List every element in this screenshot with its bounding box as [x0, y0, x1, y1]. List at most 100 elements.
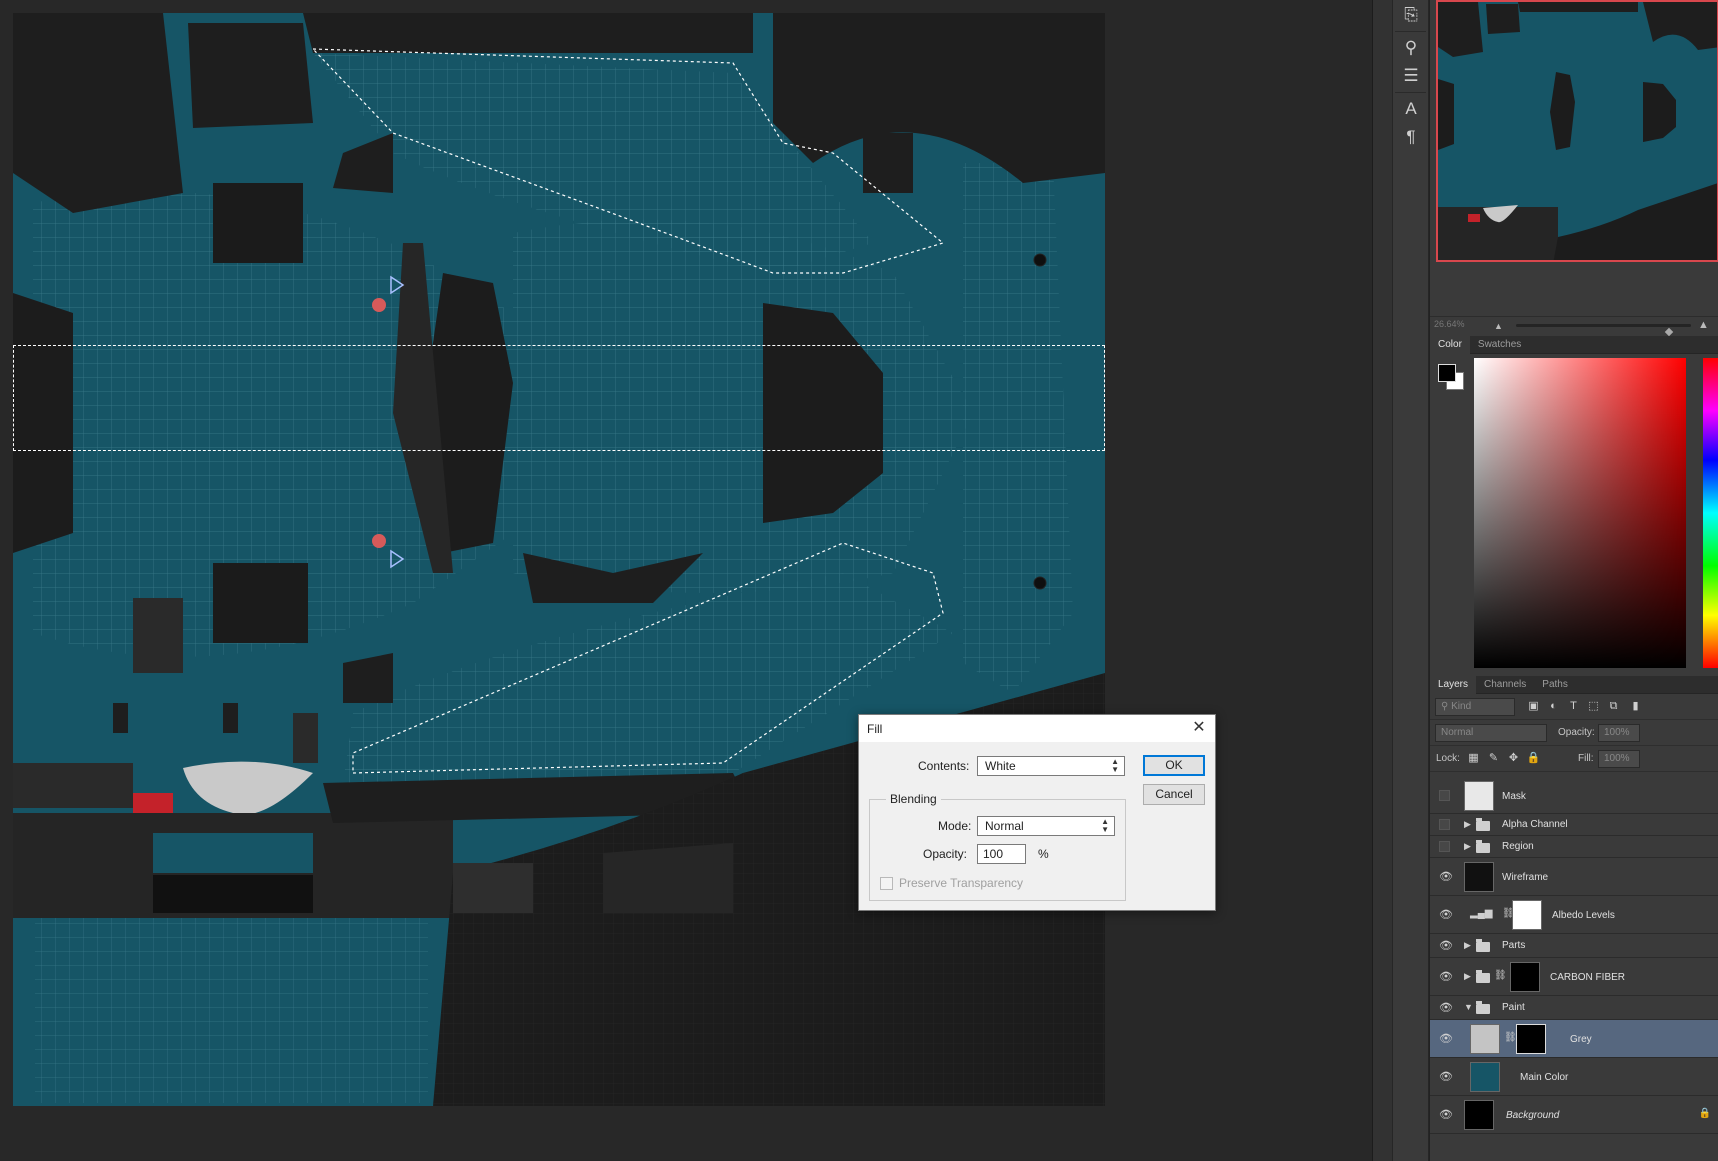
- eye-icon[interactable]: 👁: [1439, 1001, 1453, 1014]
- opacity-label: Opacity:: [1558, 727, 1595, 738]
- lock-all-icon[interactable]: 🔒: [1526, 751, 1541, 766]
- layer-row-mask[interactable]: Mask: [1430, 778, 1718, 814]
- layer-row-alpha-channel[interactable]: ▶ Alpha Channel: [1430, 814, 1718, 836]
- layer-row-carbon-fiber[interactable]: 👁 ▶ ⛓ CARBON FIBER: [1430, 958, 1718, 996]
- layer-fill-field[interactable]: 100%: [1598, 750, 1640, 768]
- layer-row-albedo-levels[interactable]: 👁 ▂▄▆ ⛓ Albedo Levels: [1430, 896, 1718, 934]
- dialog-title: Fill: [867, 722, 883, 736]
- visibility-off-box[interactable]: [1439, 819, 1450, 830]
- contents-select[interactable]: White ▲ ▼: [977, 756, 1125, 776]
- eye-icon[interactable]: 👁: [1439, 1070, 1453, 1083]
- layer-filter-kind[interactable]: ⚲ Kind: [1435, 698, 1515, 716]
- layer-name[interactable]: Mask: [1502, 791, 1526, 802]
- filter-pixel-icon[interactable]: ▣: [1526, 699, 1541, 714]
- expand-arrow-icon[interactable]: ▶: [1464, 841, 1471, 852]
- color-spectrum-field[interactable]: [1474, 358, 1686, 668]
- dialog-titlebar[interactable]: Fill ✕: [859, 715, 1215, 742]
- zoom-out-icon[interactable]: ▲: [1494, 321, 1503, 331]
- clone-source-icon[interactable]: ⚲: [1394, 35, 1428, 61]
- zoom-in-icon[interactable]: ▲: [1698, 319, 1709, 331]
- hue-slider[interactable]: [1703, 358, 1718, 668]
- blend-opacity-row: Normal Opacity: 100%: [1430, 720, 1718, 746]
- filter-shape-icon[interactable]: ⬚: [1586, 699, 1601, 714]
- expand-arrow-icon[interactable]: ▶: [1464, 819, 1471, 830]
- layer-name[interactable]: Grey: [1570, 1034, 1592, 1045]
- layer-row-wireframe[interactable]: 👁 Wireframe: [1430, 858, 1718, 896]
- filter-adjustment-icon[interactable]: ◐: [1546, 699, 1561, 714]
- zoom-level[interactable]: 26.64%: [1434, 319, 1465, 329]
- document-canvas[interactable]: [13, 13, 1105, 1106]
- filter-toggle-icon[interactable]: ▮: [1628, 699, 1643, 714]
- tab-color[interactable]: Color: [1430, 336, 1470, 354]
- mode-select[interactable]: Normal ▲ ▼: [977, 816, 1115, 836]
- lock-pixels-icon[interactable]: ✎: [1486, 751, 1501, 766]
- adjustments-icon[interactable]: ☰: [1394, 63, 1428, 89]
- expand-arrow-icon[interactable]: ▶: [1464, 971, 1471, 982]
- layer-mask-thumbnail: [1516, 1024, 1546, 1054]
- layer-row-grey[interactable]: 👁 ⛓ Grey: [1430, 1020, 1718, 1058]
- layer-name[interactable]: Background: [1506, 1110, 1559, 1121]
- link-icon[interactable]: ⛓: [1494, 970, 1507, 981]
- eye-icon[interactable]: 👁: [1439, 908, 1453, 921]
- collapse-arrow-icon[interactable]: ▼: [1464, 1002, 1473, 1012]
- visibility-off-box[interactable]: [1439, 790, 1450, 801]
- close-icon[interactable]: ✕: [1189, 718, 1209, 738]
- paragraph-panel-icon[interactable]: ¶: [1394, 124, 1428, 150]
- eye-icon[interactable]: 👁: [1439, 870, 1453, 883]
- layers-panel: Layers Channels Paths ⚲ Kind ▣ ◐ T ⬚ ⧉ ▮…: [1430, 676, 1718, 1161]
- foreground-color-swatch[interactable]: [1438, 364, 1456, 382]
- layer-name[interactable]: Albedo Levels: [1552, 910, 1615, 921]
- layer-name[interactable]: Region: [1502, 841, 1534, 852]
- tab-paths[interactable]: Paths: [1534, 676, 1576, 694]
- tab-swatches[interactable]: Swatches: [1470, 336, 1529, 354]
- layer-name[interactable]: Paint: [1502, 1002, 1525, 1013]
- filter-smartobject-icon[interactable]: ⧉: [1606, 699, 1621, 714]
- panel-dock-strip: [1372, 0, 1392, 1161]
- tab-layers[interactable]: Layers: [1430, 676, 1477, 694]
- layer-row-main-color[interactable]: 👁 Main Color: [1430, 1058, 1718, 1096]
- layer-row-parts[interactable]: 👁 ▶ Parts: [1430, 934, 1718, 958]
- lock-label: Lock:: [1436, 753, 1460, 764]
- navigator-thumbnail[interactable]: [1436, 0, 1718, 262]
- layer-opacity-field[interactable]: 100%: [1598, 724, 1640, 742]
- layer-thumbnail: [1464, 1100, 1494, 1130]
- layer-row-region[interactable]: ▶ Region: [1430, 836, 1718, 858]
- layer-row-paint[interactable]: 👁 ▼ Paint: [1430, 996, 1718, 1020]
- eye-icon[interactable]: 👁: [1439, 970, 1453, 983]
- zoom-slider[interactable]: [1516, 324, 1691, 337]
- opacity-input[interactable]: 100: [977, 844, 1026, 864]
- filter-type-icon[interactable]: T: [1566, 699, 1581, 714]
- layer-name[interactable]: Parts: [1502, 940, 1525, 951]
- blending-group-title: Blending: [886, 792, 941, 806]
- lock-row: Lock: ▦ ✎ ✥ 🔒 Fill: 100%: [1430, 746, 1718, 772]
- eye-icon[interactable]: 👁: [1439, 1108, 1453, 1121]
- lock-transparent-icon[interactable]: ▦: [1466, 751, 1481, 766]
- blend-mode-select[interactable]: Normal: [1435, 724, 1547, 742]
- expand-arrow-icon[interactable]: ▶: [1464, 940, 1471, 951]
- navigator-panel: 26.64% ▲ ▲: [1430, 0, 1718, 337]
- eye-icon[interactable]: 👁: [1439, 939, 1453, 952]
- zoom-slider-knob[interactable]: [1664, 327, 1674, 337]
- character-style-icon[interactable]: ⎘: [1394, 2, 1428, 28]
- eye-icon[interactable]: 👁: [1439, 1032, 1453, 1045]
- layer-filter-row: ⚲ Kind ▣ ◐ T ⬚ ⧉ ▮: [1430, 694, 1718, 720]
- tab-channels[interactable]: Channels: [1476, 676, 1534, 694]
- navigator-zoom-row: 26.64% ▲ ▲: [1430, 316, 1718, 337]
- layer-name[interactable]: Alpha Channel: [1502, 819, 1568, 830]
- contents-label: Contents:: [918, 759, 970, 773]
- color-panel: Color Swatches: [1430, 336, 1718, 676]
- character-panel-icon[interactable]: A: [1394, 96, 1428, 122]
- canvas-workspace[interactable]: [0, 0, 1370, 1161]
- layer-name[interactable]: Main Color: [1520, 1072, 1568, 1083]
- layer-row-background[interactable]: 👁 Background 🔒: [1430, 1096, 1718, 1134]
- preserve-transparency-checkbox[interactable]: [880, 877, 893, 890]
- ok-button[interactable]: OK: [1143, 755, 1205, 776]
- visibility-off-box[interactable]: [1439, 841, 1450, 852]
- cancel-button[interactable]: Cancel: [1143, 784, 1205, 805]
- link-icon[interactable]: ⛓: [1504, 1032, 1517, 1043]
- lock-position-icon[interactable]: ✥: [1506, 751, 1521, 766]
- lock-icon: 🔒: [1698, 1108, 1711, 1119]
- layer-thumbnail: [1464, 781, 1494, 811]
- layer-name[interactable]: Wireframe: [1502, 872, 1548, 883]
- layer-name[interactable]: CARBON FIBER: [1550, 972, 1625, 983]
